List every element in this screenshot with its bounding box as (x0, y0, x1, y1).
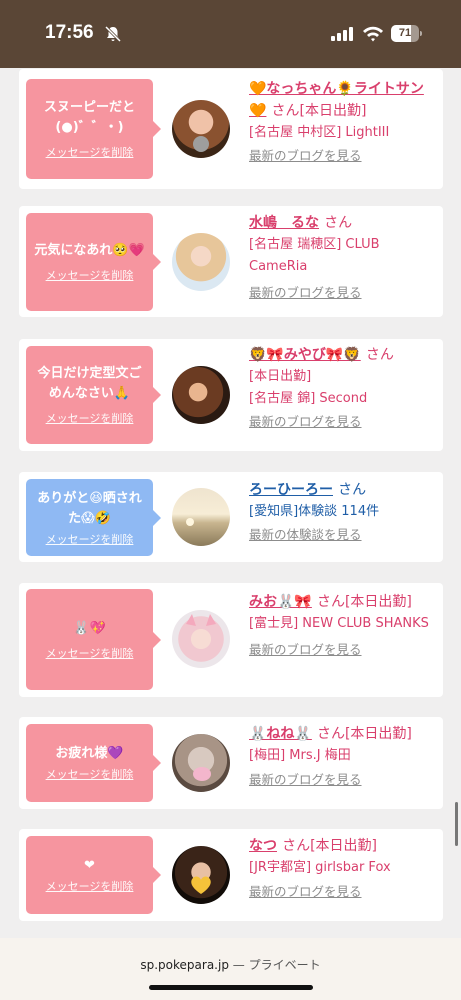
latest-blog-link[interactable]: 最新のブログを見る (249, 412, 439, 432)
profile-name-link[interactable]: 🐰ねね🐰 (249, 726, 312, 742)
battery-percent: 71 (398, 27, 412, 39)
avatar[interactable] (172, 100, 230, 158)
profile-info: ろーひーろー さん [愛知県]体験談 114件 最新の体験談を見る (249, 479, 439, 545)
avatar[interactable] (172, 734, 230, 792)
message-text: ありがと😆晒された😱🤣 (37, 490, 142, 526)
avatar[interactable] (172, 488, 230, 546)
message-text: 今日だけ定型文ごめんなさい🙏 (37, 366, 142, 401)
separator-text: — (228, 958, 249, 972)
profile-info: なつ さん[本日出勤] [JR宇都宮] girlsbar Fox 最新のブログを… (249, 835, 439, 902)
profile-info: 🐰ねね🐰 さん[本日出勤] [梅田] Mrs.J 梅田 最新のブログを見る (249, 723, 439, 790)
wifi-icon (363, 26, 383, 42)
profile-suffix: さん[本日出勤] (282, 838, 378, 854)
bell-slash-icon (104, 25, 122, 43)
avatar[interactable] (172, 846, 230, 904)
domain-text: sp.pokepara.jp (140, 958, 229, 972)
message-bubble[interactable]: ❤ メッセージを削除 (26, 836, 161, 914)
message-card: お疲れ様💜 メッセージを削除 🐰ねね🐰 さん[本日出勤] [梅田] Mrs.J … (19, 717, 443, 809)
home-indicator[interactable] (149, 985, 313, 990)
status-time: 17:56 (45, 22, 94, 43)
scrollbar[interactable] (455, 802, 458, 846)
message-bubble[interactable]: 今日だけ定型文ごめんなさい🙏 メッセージを削除 (26, 346, 161, 444)
profile-suffix: さん (338, 482, 367, 498)
profile-location: [富士見] NEW CLUB SHANKS (249, 616, 429, 631)
message-text: スヌーピーだと(●)゛゛・) (43, 100, 135, 135)
profile-location: [JR宇都宮] girlsbar Fox (249, 860, 391, 875)
profile-info: 水嶋 るな さん [名古屋 瑞穂区] CLUB CameRia 最新のブログを見… (249, 212, 439, 303)
delete-message-link[interactable]: メッセージを削除 (46, 144, 134, 160)
profile-info: みお🐰🎀 さん[本日出勤] [富士見] NEW CLUB SHANKS 最新のブ… (249, 591, 439, 660)
status-bar: 17:56 71 (0, 0, 461, 68)
browser-bottom-bar: sp.pokepara.jp — プライベート (0, 938, 461, 1000)
profile-location: [名古屋 中村区] LightIII (249, 125, 390, 140)
profile-name-link[interactable]: ろーひーろー (249, 482, 333, 498)
message-bubble[interactable]: 元気になあれ🥺💗 メッセージを削除 (26, 213, 161, 311)
message-text: ❤ (84, 858, 95, 873)
message-text: 🐰💖 (73, 620, 106, 636)
profile-suffix: さん (324, 215, 353, 231)
message-card: 今日だけ定型文ごめんなさい🙏 メッセージを削除 🦁🎀みやび🎀🦁 さん [本日出勤… (19, 339, 443, 451)
latest-blog-link[interactable]: 最新のブログを見る (249, 770, 439, 790)
latest-review-link[interactable]: 最新の体験談を見る (249, 525, 439, 545)
avatar[interactable] (172, 366, 230, 424)
message-bubble[interactable]: ありがと😆晒された😱🤣 メッセージを削除 (26, 479, 161, 556)
profile-location: [名古屋 瑞穂区] CLUB CameRia (249, 237, 380, 274)
profile-location: [名古屋 錦] Second (249, 391, 368, 406)
profile-info: 🧡なっちゃん🌻ライトサン🧡 さん[本日出勤] [名古屋 中村区] LightII… (249, 78, 439, 166)
latest-blog-link[interactable]: 最新のブログを見る (249, 882, 439, 902)
message-card: スヌーピーだと(●)゛゛・) メッセージを削除 🧡なっちゃん🌻ライトサン🧡 さん… (19, 69, 443, 189)
message-card: ❤ メッセージを削除 なつ さん[本日出勤] [JR宇都宮] girlsbar … (19, 829, 443, 921)
profile-suffix: さん[本日出勤] (316, 726, 412, 742)
delete-message-link[interactable]: メッセージを削除 (46, 410, 134, 426)
delete-message-link[interactable]: メッセージを削除 (46, 766, 134, 782)
message-bubble[interactable]: お疲れ様💜 メッセージを削除 (26, 724, 161, 802)
url-display[interactable]: sp.pokepara.jp — プライベート (0, 956, 461, 973)
message-card: ありがと😆晒された😱🤣 メッセージを削除 ろーひーろー さん [愛知県]体験談 … (19, 472, 443, 562)
battery-indicator: 71 (391, 25, 423, 42)
profile-name-link[interactable]: みお🐰🎀 (249, 594, 312, 610)
latest-blog-link[interactable]: 最新のブログを見る (249, 146, 439, 166)
profile-suffix: さん[本日出勤] (316, 594, 412, 610)
message-card: 🐰💖 メッセージを削除 みお🐰🎀 さん[本日出勤] [富士見] NEW CLUB… (19, 583, 443, 697)
message-bubble[interactable]: 🐰💖 メッセージを削除 (26, 589, 161, 690)
avatar[interactable] (172, 610, 230, 668)
latest-blog-link[interactable]: 最新のブログを見る (249, 640, 439, 660)
delete-message-link[interactable]: メッセージを削除 (46, 267, 134, 283)
profile-suffix: さん (365, 347, 394, 363)
delete-message-link[interactable]: メッセージを削除 (46, 645, 134, 661)
profile-status: [本日出勤] (249, 369, 312, 384)
message-bubble[interactable]: スヌーピーだと(●)゛゛・) メッセージを削除 (26, 79, 161, 179)
cellular-signal-icon (331, 27, 353, 41)
message-text: お疲れ様💜 (55, 746, 124, 761)
message-card: 元気になあれ🥺💗 メッセージを削除 水嶋 るな さん [名古屋 瑞穂区] CLU… (19, 206, 443, 317)
latest-blog-link[interactable]: 最新のブログを見る (249, 283, 439, 303)
delete-message-link[interactable]: メッセージを削除 (46, 878, 134, 894)
profile-name-link[interactable]: 水嶋 るな (249, 215, 319, 231)
profile-location: [愛知県]体験談 114件 (249, 504, 380, 519)
message-text: 元気になあれ🥺💗 (34, 243, 145, 258)
profile-location: [梅田] Mrs.J 梅田 (249, 748, 351, 763)
avatar[interactable] (172, 233, 230, 291)
profile-name-link[interactable]: 🦁🎀みやび🎀🦁 (249, 347, 361, 363)
profile-suffix: さん[本日出勤] (271, 103, 367, 119)
private-mode-label: プライベート (248, 958, 321, 972)
profile-name-link[interactable]: なつ (249, 838, 277, 854)
delete-message-link[interactable]: メッセージを削除 (46, 531, 134, 547)
profile-info: 🦁🎀みやび🎀🦁 さん [本日出勤] [名古屋 錦] Second 最新のブログを… (249, 344, 439, 432)
